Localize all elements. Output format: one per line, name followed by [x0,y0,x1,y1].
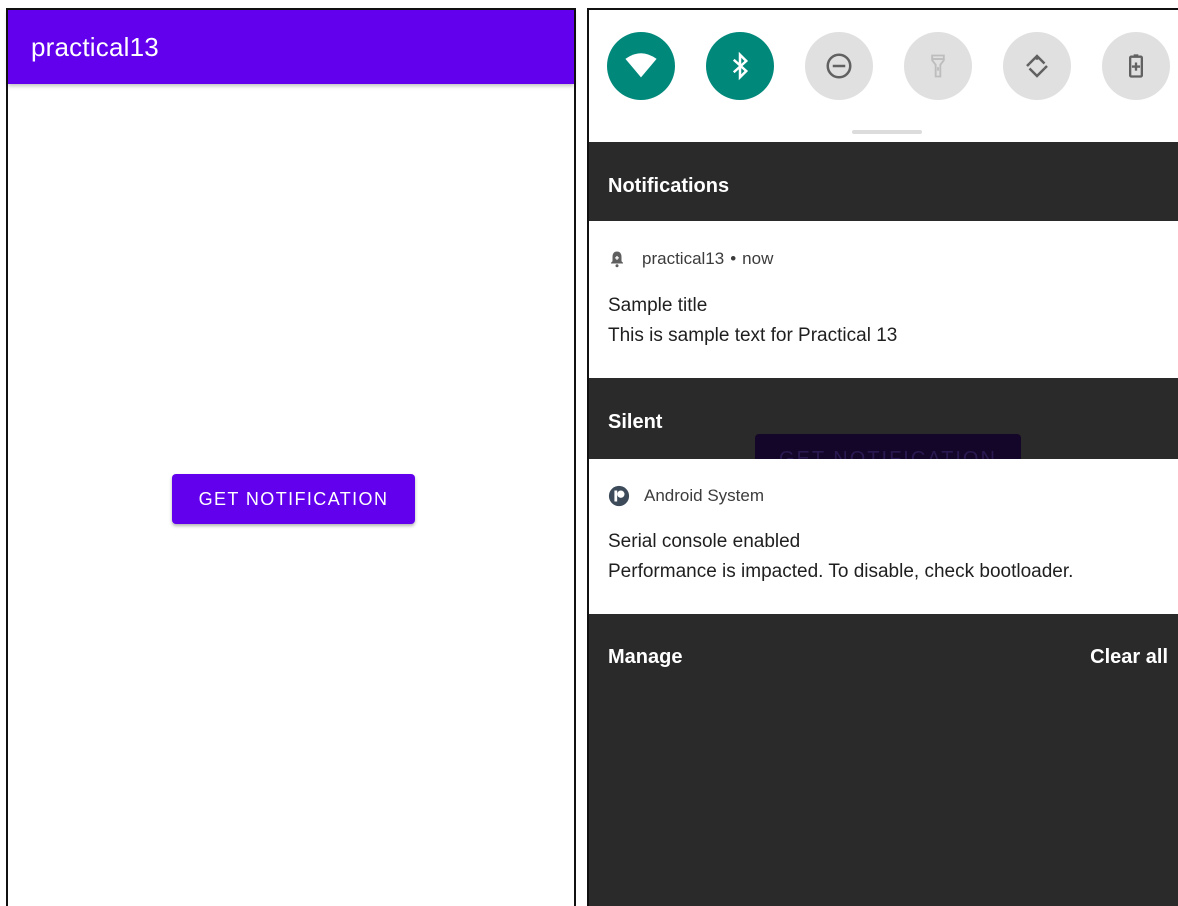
wifi-tile[interactable] [607,32,675,100]
auto-rotate-tile[interactable] [1003,32,1071,100]
wifi-icon [625,53,657,78]
flashlight-tile[interactable] [904,32,972,100]
app-bar: practical13 [8,10,574,84]
notification-text: Performance is impacted. To disable, che… [608,561,1074,582]
notification-title: Serial console enabled [608,531,801,552]
auto-rotate-icon [1026,54,1048,78]
bluetooth-tile[interactable] [706,32,774,100]
silent-header: Silent [608,411,663,433]
manage-button[interactable]: Manage [608,646,682,669]
quick-settings-panel [589,10,1178,142]
flashlight-icon [931,54,945,78]
get-notification-button[interactable]: GET NOTIFICATION [172,474,415,524]
app-title: practical13 [31,32,159,62]
notification-card-practical13[interactable]: practical13 • now Sample title This is s… [589,221,1178,378]
android-system-icon [608,485,630,507]
clear-all-button[interactable]: Clear all [1090,646,1168,669]
notification-header: Android System [608,485,764,507]
do-not-disturb-icon [826,53,852,79]
battery-saver-icon [1129,54,1143,78]
notification-app-name: practical13 [642,249,725,268]
notification-card-android-system[interactable]: Android System Serial console enabled Pe… [589,459,1178,614]
bluetooth-icon [732,51,749,81]
notification-bell-icon [611,251,623,268]
notification-time: now [742,249,774,268]
battery-saver-tile[interactable] [1102,32,1170,100]
shade-drag-handle[interactable] [852,130,922,134]
notifications-header: Notifications [608,175,730,197]
notification-title: Sample title [608,295,708,316]
notification-shade: Notifications practical13 • now Sample t… [587,8,1178,906]
separator-dot: • [730,249,737,268]
app-screen: practical13 GET NOTIFICATION [6,8,576,906]
do-not-disturb-tile[interactable] [805,32,873,100]
notification-header: practical13 • now [608,249,773,269]
notification-text: This is sample text for Practical 13 [608,325,898,346]
notification-app-name: Android System [644,486,764,505]
